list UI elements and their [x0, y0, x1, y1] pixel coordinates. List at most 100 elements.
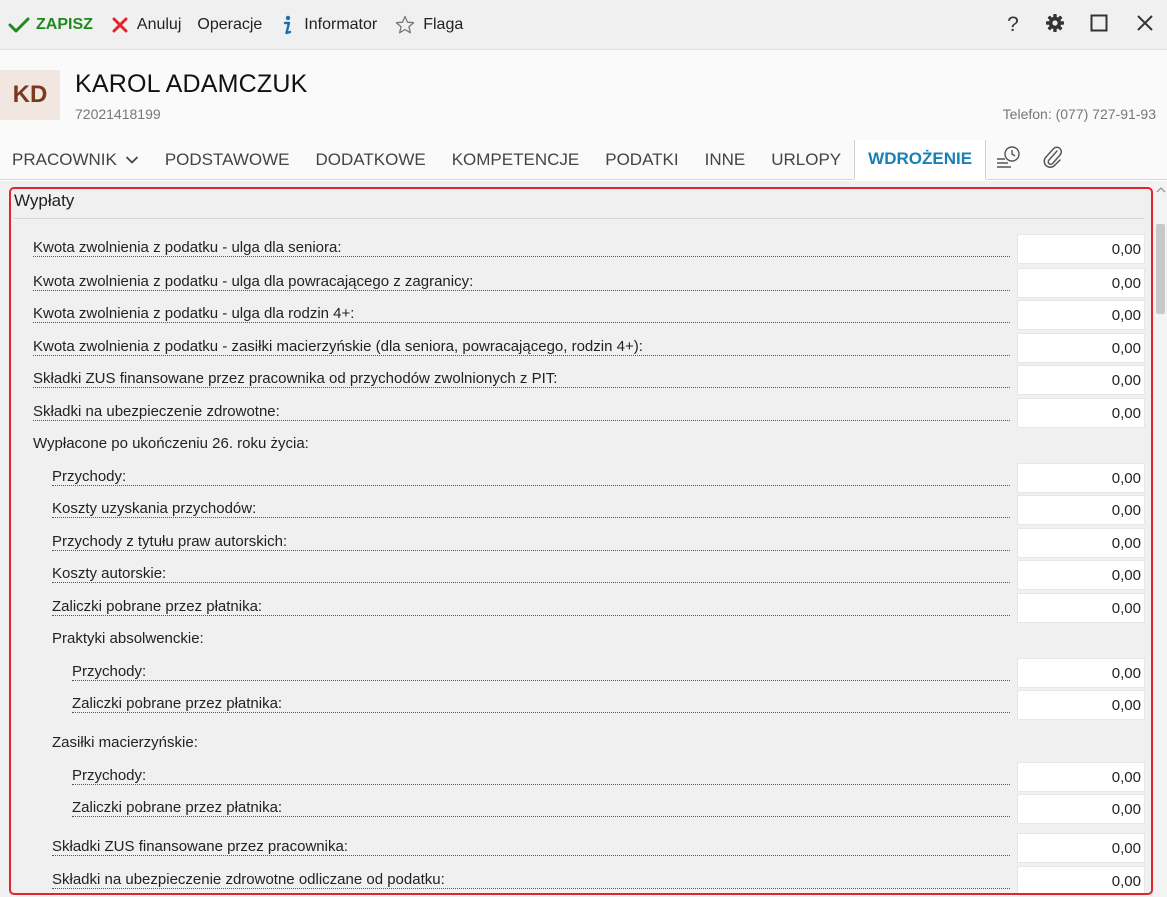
attachment-button[interactable] [1032, 140, 1074, 179]
amount-field[interactable]: 0,00 [1017, 234, 1145, 264]
amount-field[interactable]: 0,00 [1017, 463, 1145, 493]
group-label: Zasiłki macierzyńskie: [52, 734, 204, 751]
form-row: Kwota zwolnienia z podatku - ulga dla po… [0, 268, 1154, 298]
amount-field[interactable]: 0,00 [1017, 495, 1145, 525]
tab-kompetencje[interactable]: KOMPETENCJE [439, 140, 593, 179]
form-row: Składki na ubezpieczenie zdrowotne odlic… [0, 866, 1154, 896]
field-label: Kwota zwolnienia z podatku - ulga dla po… [33, 273, 480, 290]
tab-label: PRACOWNIK [12, 149, 117, 169]
field-label: Kwota zwolnienia z podatku - zasiłki mac… [33, 338, 649, 355]
group-label: Praktyki absolwenckie: [52, 630, 210, 647]
form-row: Przychody z tytułu praw autorskich: 0,00 [0, 528, 1154, 558]
field-label: Koszty uzyskania przychodów: [52, 500, 263, 517]
informator-button[interactable]: Informator [282, 0, 377, 50]
maximize-button[interactable] [1084, 0, 1114, 50]
tab-podstawowe[interactable]: PODSTAWOWE [152, 140, 303, 179]
tab-dodatkowe[interactable]: DODATKOWE [303, 140, 439, 179]
history-button[interactable] [986, 140, 1032, 179]
amount-field[interactable]: 0,00 [1017, 398, 1145, 428]
leader-dots [33, 322, 1010, 323]
field-label: Przychody: [72, 663, 153, 680]
amount-field[interactable]: 0,00 [1017, 560, 1145, 590]
section-divider [14, 218, 1144, 219]
tab-label: DODATKOWE [315, 149, 426, 169]
gear-icon [1045, 13, 1065, 38]
flag-label: Flaga [423, 15, 464, 33]
leader-dots [33, 387, 1010, 388]
help-button[interactable]: ? [998, 0, 1028, 50]
amount-field[interactable]: 0,00 [1017, 333, 1145, 363]
amount-field[interactable]: 0,00 [1017, 300, 1145, 330]
tab-pracownik[interactable]: PRACOWNIK [0, 140, 152, 179]
x-icon [111, 16, 129, 34]
history-icon [996, 145, 1022, 174]
employee-phone: Telefon: (077) 727-91-93 [1002, 106, 1156, 122]
save-button[interactable]: ZAPISZ [8, 0, 93, 50]
form-row: Składki ZUS finansowane przez pracownika… [0, 365, 1154, 395]
form-row: Przychody: 0,00 [0, 463, 1154, 493]
tab-urlopy[interactable]: URLOPY [758, 140, 854, 179]
form-row: Koszty autorskie: 0,00 [0, 560, 1154, 590]
operations-label: Operacje [197, 15, 263, 33]
field-label: Składki na ubezpieczenie zdrowotne odlic… [52, 871, 451, 888]
cancel-label: Anuluj [136, 15, 182, 33]
form-row: Przychody: 0,00 [0, 658, 1154, 688]
form-row: Koszty uzyskania przychodów: 0,00 [0, 495, 1154, 525]
tab-podatki[interactable]: PODATKI [592, 140, 691, 179]
cancel-button[interactable]: Anuluj [111, 0, 181, 50]
leader-dots [33, 256, 1010, 257]
form-row: Zaliczki pobrane przez płatnika: 0,00 [0, 794, 1154, 824]
form-row: Kwota zwolnienia z podatku - zasiłki mac… [0, 333, 1154, 363]
informator-label: Informator [304, 15, 378, 33]
leader-dots [72, 680, 1010, 681]
amount-field[interactable]: 0,00 [1017, 833, 1145, 863]
amount-field[interactable]: 0,00 [1017, 658, 1145, 688]
amount-field[interactable]: 0,00 [1017, 794, 1145, 824]
leader-dots [33, 420, 1010, 421]
field-label: Kwota zwolnienia z podatku - ulga dla se… [33, 239, 348, 256]
amount-field[interactable]: 0,00 [1017, 593, 1145, 623]
form-row: Przychody: 0,00 [0, 762, 1154, 792]
leader-dots [72, 816, 1010, 817]
amount-field[interactable]: 0,00 [1017, 866, 1145, 896]
tab-wdrozenie[interactable]: WDROŻENIE [854, 140, 987, 180]
paperclip-icon [1042, 145, 1064, 174]
section-title: Wypłaty [14, 191, 75, 210]
group-heading: Praktyki absolwenckie: [0, 625, 1154, 655]
tab-label: WDROŻENIE [868, 149, 973, 168]
operations-button[interactable]: Operacje [197, 0, 262, 50]
amount-field[interactable]: 0,00 [1017, 365, 1145, 395]
form-row: Kwota zwolnienia z podatku - ulga dla ro… [0, 300, 1154, 330]
amount-field[interactable]: 0,00 [1017, 528, 1145, 558]
field-label: Koszty autorskie: [52, 565, 173, 582]
scrollbar-thumb[interactable] [1156, 224, 1165, 314]
amount-field[interactable]: 0,00 [1017, 690, 1145, 720]
employee-name: KAROL ADAMCZUK [75, 70, 308, 98]
chevron-down-icon [125, 155, 139, 165]
flag-button[interactable]: Flaga [395, 0, 463, 50]
maximize-icon [1090, 14, 1108, 37]
leader-dots [33, 355, 1010, 356]
toolbar: ZAPISZ Anuluj Operacje Informator Flaga … [0, 0, 1167, 50]
field-label: Zaliczki pobrane przez płatnika: [72, 799, 289, 816]
field-label: Składki ZUS finansowane przez pracownika… [52, 838, 354, 855]
form-row: Zaliczki pobrane przez płatnika: 0,00 [0, 593, 1154, 623]
avatar: KD [0, 70, 60, 120]
amount-field[interactable]: 0,00 [1017, 268, 1145, 298]
tab-inne[interactable]: INNE [692, 140, 759, 179]
field-label: Składki na ubezpieczenie zdrowotne: [33, 403, 286, 420]
amount-field[interactable]: 0,00 [1017, 762, 1145, 792]
field-label: Kwota zwolnienia z podatku - ulga dla ro… [33, 305, 361, 322]
group-heading: Zasiłki macierzyńskie: [0, 729, 1154, 759]
settings-button[interactable] [1040, 0, 1070, 50]
employee-header: KD KAROL ADAMCZUK 72021418199 Telefon: (… [0, 50, 1167, 140]
scroll-up-arrow-icon[interactable] [1154, 183, 1167, 195]
field-label: Przychody: [52, 468, 133, 485]
tab-label: URLOPY [771, 149, 842, 169]
form-row: Składki na ubezpieczenie zdrowotne: 0,00 [0, 398, 1154, 428]
group-label: Wypłacone po ukończeniu 26. roku życia: [33, 435, 315, 452]
close-icon [1136, 14, 1154, 37]
leader-dots [72, 712, 1010, 713]
save-label: ZAPISZ [36, 15, 93, 33]
close-window-button[interactable] [1130, 0, 1160, 50]
